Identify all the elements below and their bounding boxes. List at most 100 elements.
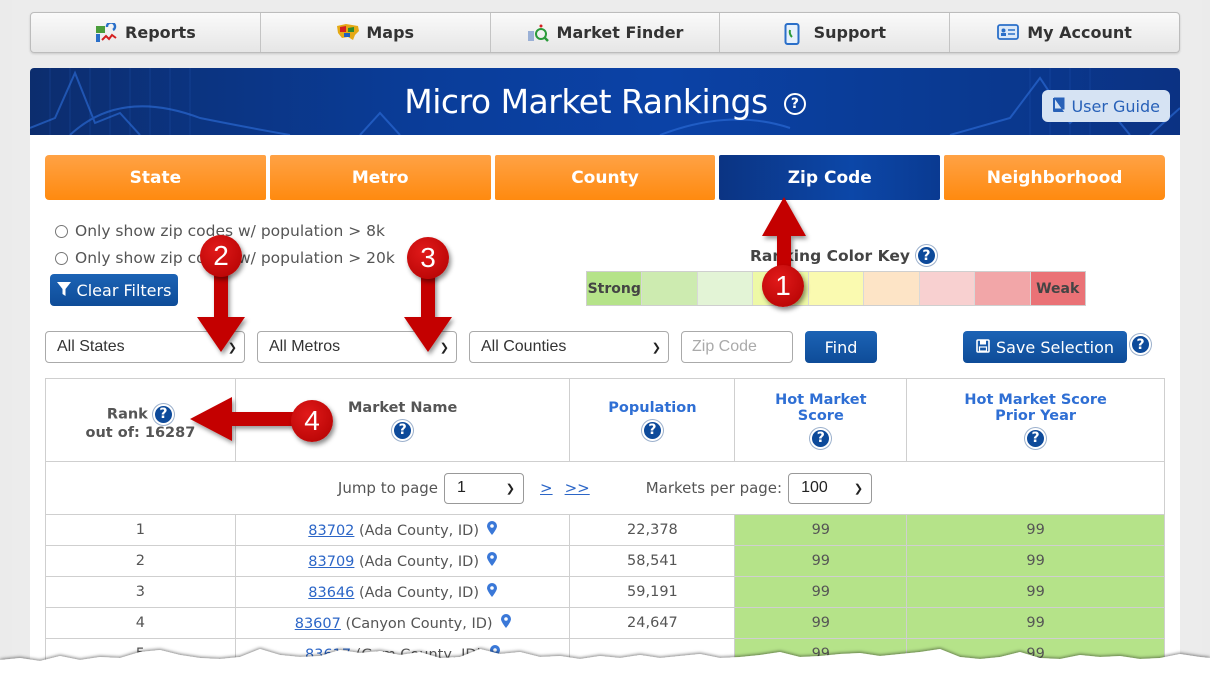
color-swatch — [919, 272, 976, 305]
markets-per-page-select[interactable]: 100 ❯ — [788, 472, 873, 504]
zip-code-input[interactable]: Zip Code — [681, 331, 793, 363]
annotation-badge-1: 1 — [762, 265, 804, 307]
user-guide-button[interactable]: User Guide — [1042, 90, 1170, 122]
save-disk-icon — [976, 338, 990, 357]
column-header-market-name[interactable]: Market Name ? — [234, 378, 571, 462]
strong-label: Strong — [587, 280, 641, 297]
table-row[interactable]: 3 83646 (Ada County, ID) 59,191 99 99 — [45, 576, 1165, 608]
radio-button[interactable] — [55, 251, 68, 265]
clear-filters-button[interactable]: Clear Filters — [50, 274, 178, 306]
ranking-color-key: Strong Weak — [586, 271, 1086, 306]
color-swatch-strong: Strong — [587, 272, 643, 305]
zip-code-placeholder: Zip Code — [692, 338, 757, 355]
save-selection-button[interactable]: Save Selection — [963, 331, 1127, 363]
rank-help-icon[interactable]: ? — [152, 403, 174, 425]
tab-state[interactable]: State — [45, 155, 266, 200]
rank-total-count: out of: 16287 — [85, 424, 196, 441]
book-icon — [1052, 97, 1065, 116]
hot-market-score-cell: 99 — [734, 545, 908, 577]
jump-to-page-label: Jump to page — [337, 479, 439, 497]
rankings-panel: Micro Market Rankings ? User Guide State… — [30, 68, 1180, 680]
population-help-icon[interactable]: ? — [641, 419, 663, 441]
tab-neighborhood[interactable]: Neighborhood — [944, 155, 1165, 200]
last-page-link[interactable]: >> — [565, 479, 590, 497]
annotation-badge-4: 4 — [291, 400, 333, 442]
tab-county[interactable]: County — [494, 155, 716, 200]
metro-select[interactable]: All Metros ❯ — [257, 331, 457, 363]
market-finder-magnifier-icon — [527, 23, 549, 43]
page-select[interactable]: 1 ❯ — [444, 472, 525, 504]
table-row[interactable]: 1 83702 (Ada County, ID) 22,378 99 99 — [45, 514, 1165, 546]
color-key-help-icon[interactable]: ? — [915, 245, 937, 266]
next-page-link[interactable]: > — [540, 479, 553, 497]
prior-year-score-cell: 99 — [906, 514, 1165, 546]
markets-per-page-value: 100 — [801, 479, 828, 496]
map-pin-icon[interactable] — [487, 552, 497, 570]
zip-code-link[interactable]: 83702 — [308, 523, 354, 539]
nav-market-finder-label: Market Finder — [556, 23, 684, 42]
population-cell: 59,191 — [569, 576, 736, 608]
color-swatch — [864, 272, 920, 305]
rank-cell: 1 — [45, 514, 236, 546]
column-header-hot-market-score-prior-year[interactable]: Hot Market Score Prior Year ? — [906, 378, 1165, 462]
nav-my-account[interactable]: My Account — [950, 13, 1179, 52]
find-button[interactable]: Find — [805, 331, 877, 363]
color-swatch — [808, 272, 865, 305]
population-cell: 22,378 — [569, 514, 736, 546]
us-map-icon — [336, 23, 360, 43]
zip-code-link[interactable]: 83646 — [308, 585, 354, 601]
county-select-value: All Counties — [481, 338, 567, 355]
color-swatch — [975, 272, 1031, 305]
prior-header-line1: Hot Market Score — [964, 391, 1107, 408]
radio-button[interactable] — [55, 224, 68, 238]
filter-icon — [56, 281, 71, 300]
clear-filters-label: Clear Filters — [76, 280, 172, 300]
rankings-table: Rank ? out of: 16287 Market Name ? Popul… — [45, 378, 1165, 670]
page-title-text: Micro Market Rankings — [404, 82, 768, 121]
color-swatch — [697, 272, 754, 305]
color-key-title-text: Ranking Color Key — [750, 246, 910, 265]
find-label: Find — [824, 337, 858, 357]
page-select-value: 1 — [457, 479, 466, 496]
reports-chart-icon — [95, 20, 117, 43]
pagination-cell: Jump to page 1 ❯ > >> Markets per page: … — [45, 461, 1165, 515]
chevron-down-icon: ❯ — [505, 482, 516, 495]
phone-support-icon — [784, 22, 806, 45]
top-navigation: Reports Maps Market Finder Support My Ac… — [30, 12, 1180, 53]
column-header-hot-market-score[interactable]: Hot Market Score ? — [734, 378, 908, 462]
county-name: (Ada County, ID) — [359, 523, 479, 539]
column-header-population[interactable]: Population ? — [569, 378, 736, 462]
prior-score-help-icon[interactable]: ? — [1025, 427, 1047, 449]
tab-metro[interactable]: Metro — [269, 155, 491, 200]
nav-maps[interactable]: Maps — [261, 13, 491, 52]
hot-score-help-icon[interactable]: ? — [810, 427, 832, 449]
column-header-rank[interactable]: Rank ? out of: 16287 — [45, 378, 236, 462]
hot-score-header-line2: Score — [797, 407, 844, 424]
nav-market-finder[interactable]: Market Finder — [491, 13, 721, 52]
nav-support[interactable]: Support — [720, 13, 951, 52]
chevron-down-icon: ❯ — [227, 342, 237, 354]
county-name: (Ada County, ID) — [359, 585, 479, 601]
zip-code-link[interactable]: 83709 — [308, 554, 354, 570]
pagination-controls: Jump to page 1 ❯ > >> Markets per page: … — [47, 472, 1163, 504]
map-pin-icon[interactable] — [487, 521, 497, 539]
hot-score-header-line1: Hot Market — [775, 391, 867, 408]
save-selection-help-icon[interactable]: ? — [1130, 334, 1151, 355]
hot-market-score-cell: 99 — [734, 514, 908, 546]
map-pin-icon[interactable] — [487, 583, 497, 601]
annotation-badge-3: 3 — [407, 237, 449, 279]
title-help-icon[interactable]: ? — [783, 93, 806, 115]
page-banner: Micro Market Rankings ? User Guide — [30, 68, 1180, 135]
user-guide-label: User Guide — [1071, 96, 1160, 116]
nav-reports[interactable]: Reports — [31, 13, 261, 52]
state-select[interactable]: All States ❯ — [45, 331, 245, 363]
state-select-value: All States — [57, 338, 125, 355]
table-header-row: Rank ? out of: 16287 Market Name ? Popul… — [45, 378, 1165, 462]
tab-zip-code[interactable]: Zip Code — [719, 155, 941, 200]
county-select[interactable]: All Counties ❯ — [469, 331, 669, 363]
metro-select-value: All Metros — [269, 338, 341, 355]
prior-year-score-cell: 99 — [906, 576, 1165, 608]
nav-maps-label: Maps — [366, 23, 415, 42]
market-name-help-icon[interactable]: ? — [392, 419, 414, 441]
table-row[interactable]: 2 83709 (Ada County, ID) 58,541 99 99 — [45, 545, 1165, 577]
